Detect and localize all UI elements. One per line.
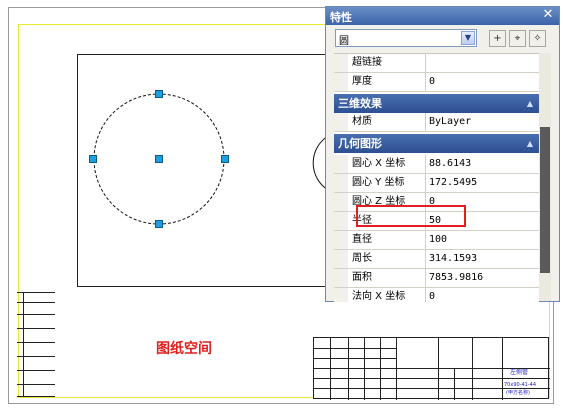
prop-row-material[interactable]: 材质 ByLayer — [334, 113, 539, 132]
prop-value[interactable]: 88.6143 — [427, 155, 539, 173]
prop-value[interactable] — [427, 54, 539, 72]
category-label: 几何图形 — [338, 137, 382, 150]
title-block-code: 70x90-41-44 — [504, 382, 537, 388]
paper-space-label: 图纸空间 — [156, 341, 212, 357]
title-block-name: 左侧管 — [510, 369, 529, 376]
chevron-down-icon[interactable]: ▼ — [461, 31, 475, 45]
grip-bottom[interactable] — [155, 220, 163, 228]
collapse-arrow-icon[interactable]: ▲ — [527, 134, 533, 153]
palette-toolbar: 圆 ▼ + ⌖ ✧ — [326, 25, 559, 53]
properties-grid: 超链接 厚度 0 三维效果 ▲ 材质 ByLayer 几何图形 ▲ 圆心 X 坐… — [334, 53, 539, 302]
category-3d-effects[interactable]: 三维效果 ▲ — [334, 94, 539, 113]
toggle-pickadd-icon[interactable]: + — [489, 30, 506, 47]
prop-value[interactable]: 314.1593 — [427, 250, 539, 268]
category-geometry[interactable]: 几何图形 ▲ — [334, 134, 539, 153]
prop-value[interactable]: 0 — [427, 288, 539, 302]
prop-row-diameter[interactable]: 直径 100 — [334, 231, 539, 250]
prop-label: 超链接 — [348, 54, 426, 72]
prop-row-hyperlink[interactable]: 超链接 — [334, 54, 539, 73]
grip-top[interactable] — [155, 90, 163, 98]
grip-center[interactable] — [155, 155, 163, 163]
left-strip-table — [17, 292, 55, 397]
prop-label: 法向 X 坐标 — [348, 288, 426, 302]
prop-value[interactable]: 0 — [427, 73, 539, 91]
prop-row-normal-x[interactable]: 法向 X 坐标 0 — [334, 288, 539, 302]
category-label: 三维效果 — [338, 97, 382, 110]
title-block-sub: (甲方名称) — [506, 390, 530, 396]
prop-value[interactable]: 7853.9816 — [427, 269, 539, 287]
prop-row-area[interactable]: 面积 7853.9816 — [334, 269, 539, 288]
quick-select-icon[interactable]: ✧ — [529, 30, 546, 47]
palette-titlebar[interactable]: 特性 ✕ — [326, 7, 559, 25]
prop-value[interactable]: ByLayer — [427, 113, 539, 131]
object-type-value: 圆 — [339, 36, 349, 47]
palette-title: 特性 — [330, 11, 352, 24]
title-block: 左侧管 70x90-41-44 (甲方名称) — [313, 337, 550, 400]
select-objects-icon[interactable]: ⌖ — [509, 30, 526, 47]
radius-highlight-box — [356, 205, 466, 227]
prop-label: 厚度 — [348, 73, 426, 91]
prop-label: 直径 — [348, 231, 426, 249]
object-type-select[interactable]: 圆 ▼ — [335, 29, 477, 47]
palette-scrollbar[interactable] — [539, 53, 551, 301]
collapse-arrow-icon[interactable]: ▲ — [527, 94, 533, 113]
prop-value[interactable]: 100 — [427, 231, 539, 249]
prop-row-center-y[interactable]: 圆心 Y 坐标 172.5495 — [334, 174, 539, 193]
scrollbar-thumb[interactable] — [540, 127, 550, 273]
properties-palette[interactable]: 特性 ✕ 圆 ▼ + ⌖ ✧ 超链接 厚度 0 三维效果 ▲ 材质 ByLaye… — [325, 6, 560, 302]
grip-left[interactable] — [89, 155, 97, 163]
prop-row-center-x[interactable]: 圆心 X 坐标 88.6143 — [334, 155, 539, 174]
prop-label: 材质 — [348, 113, 426, 131]
prop-value[interactable]: 172.5495 — [427, 174, 539, 192]
prop-row-circumference[interactable]: 周长 314.1593 — [334, 250, 539, 269]
prop-label: 圆心 X 坐标 — [348, 155, 426, 173]
grip-right[interactable] — [221, 155, 229, 163]
close-icon[interactable]: ✕ — [541, 8, 555, 22]
prop-row-thickness[interactable]: 厚度 0 — [334, 73, 539, 92]
prop-label: 周长 — [348, 250, 426, 268]
prop-label: 面积 — [348, 269, 426, 287]
prop-label: 圆心 Y 坐标 — [348, 174, 426, 192]
